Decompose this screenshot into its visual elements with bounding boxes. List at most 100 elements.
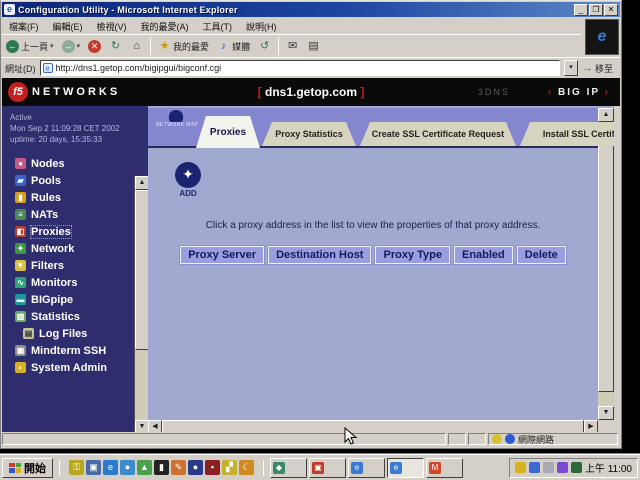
url-dropdown-button[interactable]: ▾ bbox=[564, 60, 578, 76]
favorites-icon: ★ bbox=[158, 40, 171, 53]
menu-edit[interactable]: 編輯(E) bbox=[46, 19, 90, 34]
print-icon: ▤ bbox=[307, 40, 320, 53]
sidebar-item-rules[interactable]: ▮Rules bbox=[2, 189, 148, 206]
tab-proxy-statistics[interactable]: Proxy Statistics bbox=[262, 122, 356, 146]
frame-vertical-scrollbar[interactable]: ▲ ▼ bbox=[598, 108, 614, 420]
home-button[interactable]: ⌂ bbox=[126, 38, 147, 55]
security-icon bbox=[492, 434, 502, 444]
tab-install-ssl-certificate[interactable]: Install SSL Certifi bbox=[520, 122, 614, 146]
quick-launch-icon-9[interactable]: ▪ bbox=[205, 460, 220, 475]
quick-launch-icon-10[interactable]: ▞ bbox=[222, 460, 237, 475]
task-icon: ▣ bbox=[312, 462, 324, 474]
forward-dropdown-icon[interactable]: ▾ bbox=[77, 42, 81, 50]
add-proxy-button[interactable]: ✦ ADD bbox=[168, 162, 208, 198]
bracket-left: [ bbox=[258, 85, 262, 99]
main-frame: NETWORK MAP Proxies Proxy Statistics Cre… bbox=[148, 106, 614, 434]
url-input[interactable] bbox=[56, 63, 557, 73]
sidebar-item-monitors[interactable]: ∿Monitors bbox=[2, 274, 148, 291]
mail-button[interactable]: ✉ bbox=[282, 38, 303, 55]
tray-icon-3[interactable] bbox=[543, 462, 554, 473]
col-destination-host[interactable]: Destination Host bbox=[268, 246, 371, 264]
status-datetime: Mon Sep 2 11:09:28 CET 2002 bbox=[10, 123, 148, 134]
sidebar-item-nodes[interactable]: ●Nodes bbox=[2, 155, 148, 172]
media-icon: ♪ bbox=[217, 40, 230, 53]
task-icon: e bbox=[390, 462, 402, 474]
scroll-up-icon[interactable]: ▲ bbox=[598, 108, 614, 122]
start-button[interactable]: 開始 bbox=[2, 458, 53, 478]
sidebar-item-mindterm-ssh[interactable]: ▣Mindterm SSH bbox=[2, 342, 148, 359]
address-bar: 網址(D) e ▾ → 移至 bbox=[2, 57, 620, 78]
history-button[interactable]: ↺ bbox=[254, 38, 275, 55]
sidebar-item-nats[interactable]: ≡NATs bbox=[2, 206, 148, 223]
close-button[interactable]: ✕ bbox=[604, 4, 618, 16]
quick-launch-icon-7[interactable]: ✎ bbox=[171, 460, 186, 475]
back-dropdown-icon[interactable]: ▾ bbox=[50, 42, 54, 50]
sidebar-item-pools[interactable]: ▰Pools bbox=[2, 172, 148, 189]
col-delete[interactable]: Delete bbox=[517, 246, 566, 264]
sidebar-item-system-admin[interactable]: ◗System Admin bbox=[2, 359, 148, 376]
quick-launch-icon-2[interactable]: ▣ bbox=[86, 460, 101, 475]
go-label: 移至 bbox=[595, 62, 613, 75]
tray-icon-4[interactable] bbox=[557, 462, 568, 473]
maximize-button[interactable]: ❐ bbox=[589, 4, 603, 16]
proxies-panel: ✦ ADD Click a proxy address in the list … bbox=[148, 148, 598, 420]
forward-button[interactable]: → ▾ bbox=[58, 38, 85, 55]
task-button-2[interactable]: ▣ bbox=[309, 458, 346, 478]
url-box: e bbox=[40, 60, 560, 76]
tab-proxies[interactable]: Proxies bbox=[196, 116, 260, 148]
sidebar-item-filters[interactable]: ▼Filters bbox=[2, 257, 148, 274]
favorites-button[interactable]: ★ 我的最愛 bbox=[154, 38, 213, 55]
menu-file[interactable]: 檔案(F) bbox=[2, 19, 46, 34]
quick-launch-icon-8[interactable]: ● bbox=[188, 460, 203, 475]
quick-launch-icon-3[interactable]: e bbox=[103, 460, 118, 475]
tray-icon-2[interactable] bbox=[529, 462, 540, 473]
security-zone-pane: 網際網路 bbox=[488, 433, 618, 445]
task-button-3[interactable]: e bbox=[348, 458, 385, 478]
menu-favorites[interactable]: 我的最愛(A) bbox=[134, 19, 196, 34]
col-proxy-type[interactable]: Proxy Type bbox=[375, 246, 450, 264]
media-button[interactable]: ♪ 媒體 bbox=[213, 38, 254, 55]
scroll-up-icon[interactable]: ▲ bbox=[135, 176, 149, 190]
back-button[interactable]: ← 上一頁 ▾ bbox=[2, 38, 58, 55]
tray-icon-1[interactable] bbox=[515, 462, 526, 473]
quick-launch-icon-5[interactable]: ▲ bbox=[137, 460, 152, 475]
sidebar-item-log-files[interactable]: ▤Log Files bbox=[2, 325, 148, 342]
refresh-button[interactable]: ↻ bbox=[105, 38, 126, 55]
sidebar-scroll-thumb[interactable] bbox=[135, 190, 149, 350]
quick-launch-bar: ⚿ ▣ e ● ▲ ▮ ✎ ● ▪ ▞ ☾ bbox=[66, 460, 257, 475]
network-map-button[interactable]: NETWORK MAP bbox=[156, 110, 196, 128]
stop-button[interactable]: ✕ bbox=[84, 38, 105, 55]
quick-launch-icon-1[interactable]: ⚿ bbox=[69, 460, 84, 475]
task-button-1[interactable]: ◆ bbox=[270, 458, 307, 478]
print-button[interactable]: ▤ bbox=[303, 38, 324, 55]
sidebar-item-statistics[interactable]: ▧Statistics bbox=[2, 308, 148, 325]
quick-launch-icon-6[interactable]: ▮ bbox=[154, 460, 169, 475]
status-bar: 網際網路 bbox=[2, 432, 620, 446]
toolbar-separator bbox=[150, 37, 151, 55]
task-button-5[interactable]: M bbox=[426, 458, 463, 478]
col-enabled[interactable]: Enabled bbox=[454, 246, 513, 264]
menu-tools[interactable]: 工具(T) bbox=[196, 19, 240, 34]
task-icon: M bbox=[429, 462, 441, 474]
sidebar-item-proxies[interactable]: ◧Proxies bbox=[2, 223, 148, 240]
col-proxy-server[interactable]: Proxy Server bbox=[180, 246, 264, 264]
sidebar-item-bigpipe[interactable]: ▬BIGpipe bbox=[2, 291, 148, 308]
task-button-4[interactable]: e bbox=[387, 458, 424, 478]
menu-help[interactable]: 說明(H) bbox=[239, 19, 284, 34]
menu-view[interactable]: 檢視(V) bbox=[90, 19, 134, 34]
forward-icon: → bbox=[62, 40, 75, 53]
quick-launch-icon-11[interactable]: ☾ bbox=[239, 460, 254, 475]
quick-launch-icon-4[interactable]: ● bbox=[120, 460, 135, 475]
sidebar-scrollbar[interactable]: ▲ ▼ bbox=[134, 176, 148, 434]
windows-logo-icon bbox=[9, 463, 21, 473]
tab-create-ssl-certificate-request[interactable]: Create SSL Certificate Request bbox=[360, 122, 516, 146]
sidebar-item-network[interactable]: ✦Network bbox=[2, 240, 148, 257]
go-button[interactable]: → 移至 bbox=[582, 62, 617, 75]
frame-vscroll-thumb[interactable] bbox=[598, 122, 614, 392]
ie-app-icon: e bbox=[4, 4, 15, 15]
tray-icon-5[interactable] bbox=[571, 462, 582, 473]
scroll-down-icon[interactable]: ▼ bbox=[598, 406, 614, 420]
favorites-label: 我的最愛 bbox=[173, 40, 209, 53]
rules-icon: ▮ bbox=[15, 192, 26, 203]
minimize-button[interactable]: _ bbox=[574, 4, 588, 16]
